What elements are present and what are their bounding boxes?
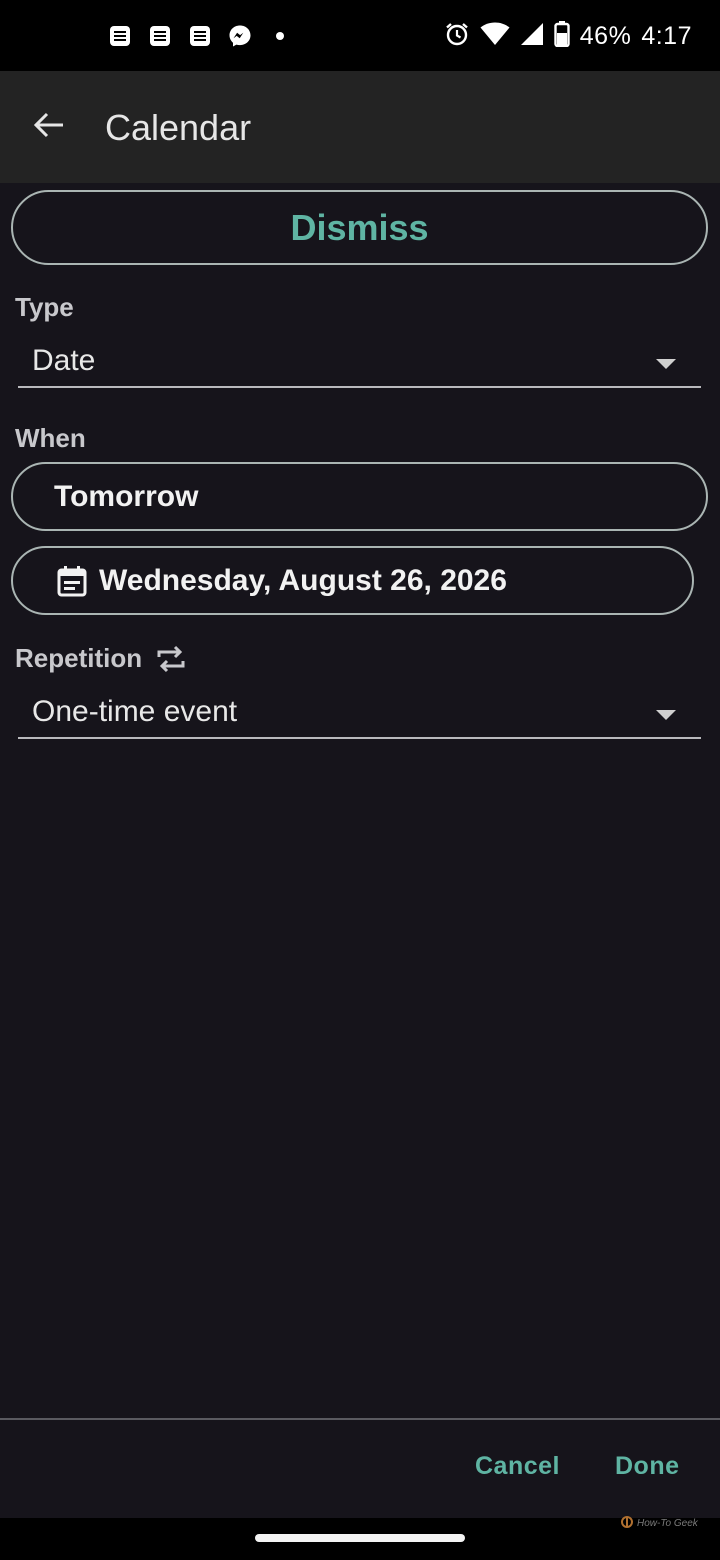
when-label: When — [15, 423, 86, 453]
type-dropdown[interactable]: Date — [18, 342, 701, 388]
page-title: Calendar — [105, 107, 252, 148]
date-picker-button[interactable]: Wednesday, August 26, 2026 — [11, 546, 694, 615]
clock: 4:17 — [641, 21, 692, 50]
news-icon — [148, 24, 172, 48]
alarm-icon — [444, 21, 470, 52]
dot-icon — [268, 24, 292, 48]
watermark-logo-icon — [620, 1516, 634, 1531]
done-button[interactable]: Done — [615, 1452, 680, 1481]
dropdown-arrow-icon — [656, 710, 676, 720]
back-button[interactable] — [22, 105, 76, 149]
status-bar: 46% 4:17 — [0, 0, 720, 71]
repetition-dropdown-value: One-time event — [32, 695, 238, 728]
dismiss-button[interactable]: Dismiss — [11, 190, 708, 265]
repetition-label: Repetition — [15, 643, 143, 673]
arrow-left-icon — [33, 111, 65, 144]
repetition-header: Repetition — [15, 643, 186, 674]
calendar-icon — [57, 565, 87, 597]
cancel-button[interactable]: Cancel — [475, 1452, 560, 1481]
date-value: Wednesday, August 26, 2026 — [99, 563, 507, 597]
when-preset-value: Tomorrow — [54, 479, 199, 513]
dropdown-arrow-icon — [656, 359, 676, 369]
messenger-icon — [228, 24, 252, 48]
app-bar: Calendar — [0, 71, 720, 183]
repetition-dropdown[interactable]: One-time event — [18, 693, 701, 739]
watermark: How-To Geek — [620, 1516, 698, 1531]
battery-percent: 46% — [579, 21, 632, 50]
watermark-text: How-To Geek — [637, 1518, 698, 1529]
calendar-screen: 46% 4:17 Calendar Dismiss Type Date When… — [0, 0, 720, 1560]
home-indicator[interactable] — [255, 1534, 465, 1542]
signal-icon — [520, 22, 544, 51]
when-preset-button[interactable]: Tomorrow — [11, 462, 708, 531]
footer-divider — [0, 1418, 720, 1420]
repeat-icon — [156, 644, 186, 674]
system-status: 46% 4:17 — [444, 18, 692, 54]
news-icon — [108, 24, 132, 48]
type-label: Type — [15, 292, 74, 322]
notification-icons — [108, 20, 292, 52]
type-dropdown-value: Date — [32, 344, 96, 377]
battery-icon — [554, 20, 570, 52]
wifi-icon — [480, 22, 510, 51]
navigation-bar — [0, 1518, 720, 1560]
news-icon — [188, 24, 212, 48]
